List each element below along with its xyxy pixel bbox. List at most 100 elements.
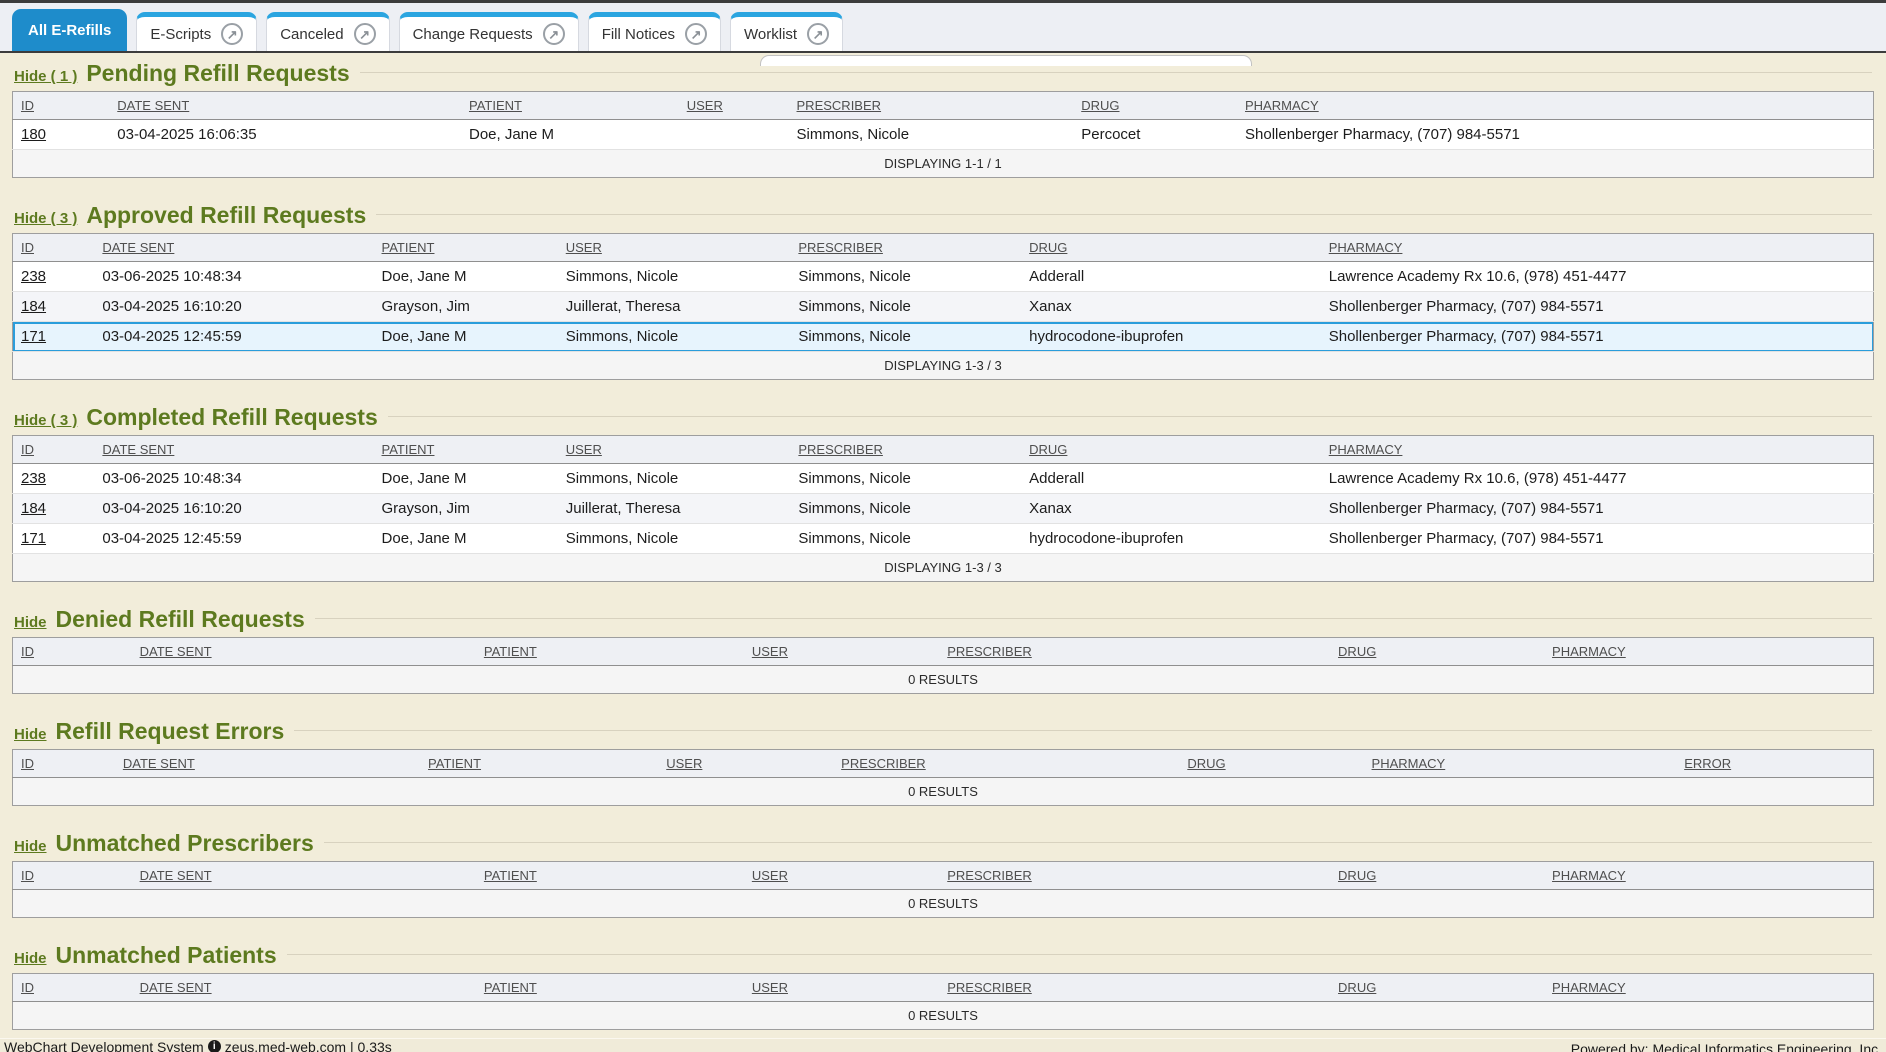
column-header-prescriber[interactable]: PRESCRIBER — [939, 974, 1330, 1002]
hide-link[interactable]: Hide — [14, 614, 47, 631]
column-header-pharmacy[interactable]: PHARMACY — [1321, 234, 1874, 262]
id-link[interactable]: 184 — [13, 292, 95, 322]
tab-e-scripts[interactable]: E-Scripts↗ — [136, 12, 257, 51]
column-header-user[interactable]: USER — [679, 92, 789, 120]
column-header-user[interactable]: USER — [558, 436, 791, 464]
column-header-pharmacy[interactable]: PHARMACY — [1321, 436, 1874, 464]
section-pending-refill-requests: Hide ( 1 )Pending Refill RequestsIDDATE … — [12, 60, 1874, 178]
column-header-prescriber[interactable]: PRESCRIBER — [790, 234, 1021, 262]
external-link-icon[interactable]: ↗ — [543, 23, 565, 45]
column-header-pharmacy[interactable]: PHARMACY — [1544, 862, 1873, 890]
column-header-date-sent[interactable]: DATE SENT — [132, 862, 476, 890]
tab-worklist[interactable]: Worklist↗ — [730, 12, 843, 51]
column-header-id[interactable]: ID — [13, 750, 115, 778]
column-header-id[interactable]: ID — [13, 862, 132, 890]
column-header-patient[interactable]: PATIENT — [476, 862, 744, 890]
column-header-prescriber[interactable]: PRESCRIBER — [939, 638, 1330, 666]
column-header-date-sent[interactable]: DATE SENT — [109, 92, 461, 120]
column-header-date-sent[interactable]: DATE SENT — [94, 234, 373, 262]
results-footer: DISPLAYING 1-1 / 1 — [13, 150, 1874, 178]
cell: Percocet — [1073, 120, 1237, 150]
tab-label: All E-Refills — [28, 22, 111, 39]
section-legend: HideUnmatched Patients — [14, 942, 1872, 969]
hide-link[interactable]: Hide ( 1 ) — [14, 68, 77, 85]
column-header-error[interactable]: ERROR — [1676, 750, 1873, 778]
header-row: IDDATE SENTPATIENTUSERPRESCRIBERDRUGPHAR… — [13, 638, 1874, 666]
column-header-prescriber[interactable]: PRESCRIBER — [939, 862, 1330, 890]
column-header-id[interactable]: ID — [13, 234, 95, 262]
external-link-icon[interactable]: ↗ — [221, 23, 243, 45]
external-link-icon[interactable]: ↗ — [685, 23, 707, 45]
column-header-drug[interactable]: DRUG — [1021, 234, 1321, 262]
tab-all-e-refills[interactable]: All E-Refills — [12, 9, 127, 51]
cell: Doe, Jane M — [374, 524, 558, 554]
unmatched-prescribers-table: IDDATE SENTPATIENTUSERPRESCRIBERDRUGPHAR… — [12, 861, 1874, 918]
column-header-patient[interactable]: PATIENT — [476, 974, 744, 1002]
hide-link[interactable]: Hide ( 3 ) — [14, 210, 77, 227]
table-row[interactable]: 18003-04-2025 16:06:35Doe, Jane MSimmons… — [13, 120, 1874, 150]
column-header-id[interactable]: ID — [13, 92, 110, 120]
column-header-pharmacy[interactable]: PHARMACY — [1544, 974, 1873, 1002]
column-header-date-sent[interactable]: DATE SENT — [94, 436, 373, 464]
table-row[interactable]: 23803-06-2025 10:48:34Doe, Jane MSimmons… — [13, 262, 1874, 292]
results-footer: 0 RESULTS — [13, 1002, 1874, 1030]
cell: 03-04-2025 16:10:20 — [94, 494, 373, 524]
id-link[interactable]: 180 — [13, 120, 110, 150]
id-link[interactable]: 238 — [13, 464, 95, 494]
column-header-drug[interactable]: DRUG — [1021, 436, 1321, 464]
column-header-id[interactable]: ID — [13, 974, 132, 1002]
results-footer-row: 0 RESULTS — [13, 1002, 1874, 1030]
id-link[interactable]: 171 — [13, 524, 95, 554]
cell — [679, 120, 789, 150]
column-header-patient[interactable]: PATIENT — [374, 436, 558, 464]
column-header-id[interactable]: ID — [13, 436, 95, 464]
column-header-patient[interactable]: PATIENT — [420, 750, 658, 778]
cell: 03-04-2025 16:06:35 — [109, 120, 461, 150]
hide-link[interactable]: Hide — [14, 838, 47, 855]
column-header-drug[interactable]: DRUG — [1330, 638, 1544, 666]
column-header-patient[interactable]: PATIENT — [461, 92, 679, 120]
column-header-user[interactable]: USER — [744, 638, 939, 666]
table-row[interactable]: 17103-04-2025 12:45:59Doe, Jane MSimmons… — [13, 322, 1874, 352]
column-header-pharmacy[interactable]: PHARMACY — [1237, 92, 1874, 120]
hide-link[interactable]: Hide — [14, 950, 47, 967]
column-header-user[interactable]: USER — [658, 750, 833, 778]
hide-link[interactable]: Hide — [14, 726, 47, 743]
column-header-date-sent[interactable]: DATE SENT — [132, 638, 476, 666]
id-link[interactable]: 238 — [13, 262, 95, 292]
column-header-id[interactable]: ID — [13, 638, 132, 666]
cell: Simmons, Nicole — [790, 494, 1021, 524]
cell: Doe, Jane M — [374, 464, 558, 494]
column-header-drug[interactable]: DRUG — [1330, 862, 1544, 890]
column-header-patient[interactable]: PATIENT — [374, 234, 558, 262]
tab-fill-notices[interactable]: Fill Notices↗ — [588, 12, 721, 51]
column-header-pharmacy[interactable]: PHARMACY — [1364, 750, 1677, 778]
table-row[interactable]: 23803-06-2025 10:48:34Doe, Jane MSimmons… — [13, 464, 1874, 494]
column-header-prescriber[interactable]: PRESCRIBER — [789, 92, 1074, 120]
column-header-pharmacy[interactable]: PHARMACY — [1544, 638, 1873, 666]
external-link-icon[interactable]: ↗ — [354, 23, 376, 45]
section-unmatched-patients: HideUnmatched Patients IDDATE SENTPATIENT… — [12, 942, 1874, 1030]
column-header-date-sent[interactable]: DATE SENT — [132, 974, 476, 1002]
hide-link[interactable]: Hide ( 3 ) — [14, 412, 77, 429]
column-header-user[interactable]: USER — [744, 862, 939, 890]
column-header-user[interactable]: USER — [558, 234, 791, 262]
column-header-prescriber[interactable]: PRESCRIBER — [833, 750, 1179, 778]
column-header-user[interactable]: USER — [744, 974, 939, 1002]
column-header-drug[interactable]: DRUG — [1330, 974, 1544, 1002]
column-header-drug[interactable]: DRUG — [1073, 92, 1237, 120]
table-row[interactable]: 18403-04-2025 16:10:20Grayson, JimJuille… — [13, 494, 1874, 524]
cell: 03-04-2025 12:45:59 — [94, 524, 373, 554]
id-link[interactable]: 184 — [13, 494, 95, 524]
table-row[interactable]: 17103-04-2025 12:45:59Doe, Jane MSimmons… — [13, 524, 1874, 554]
column-header-date-sent[interactable]: DATE SENT — [115, 750, 420, 778]
external-link-icon[interactable]: ↗ — [807, 23, 829, 45]
column-header-prescriber[interactable]: PRESCRIBER — [790, 436, 1021, 464]
table-row[interactable]: 18403-04-2025 16:10:20Grayson, JimJuille… — [13, 292, 1874, 322]
tab-change-requests[interactable]: Change Requests↗ — [399, 12, 579, 51]
section-completed-refill-requests: Hide ( 3 )Completed Refill RequestsIDDAT… — [12, 404, 1874, 582]
column-header-drug[interactable]: DRUG — [1179, 750, 1363, 778]
id-link[interactable]: 171 — [13, 322, 95, 352]
tab-canceled[interactable]: Canceled↗ — [266, 12, 389, 51]
column-header-patient[interactable]: PATIENT — [476, 638, 744, 666]
